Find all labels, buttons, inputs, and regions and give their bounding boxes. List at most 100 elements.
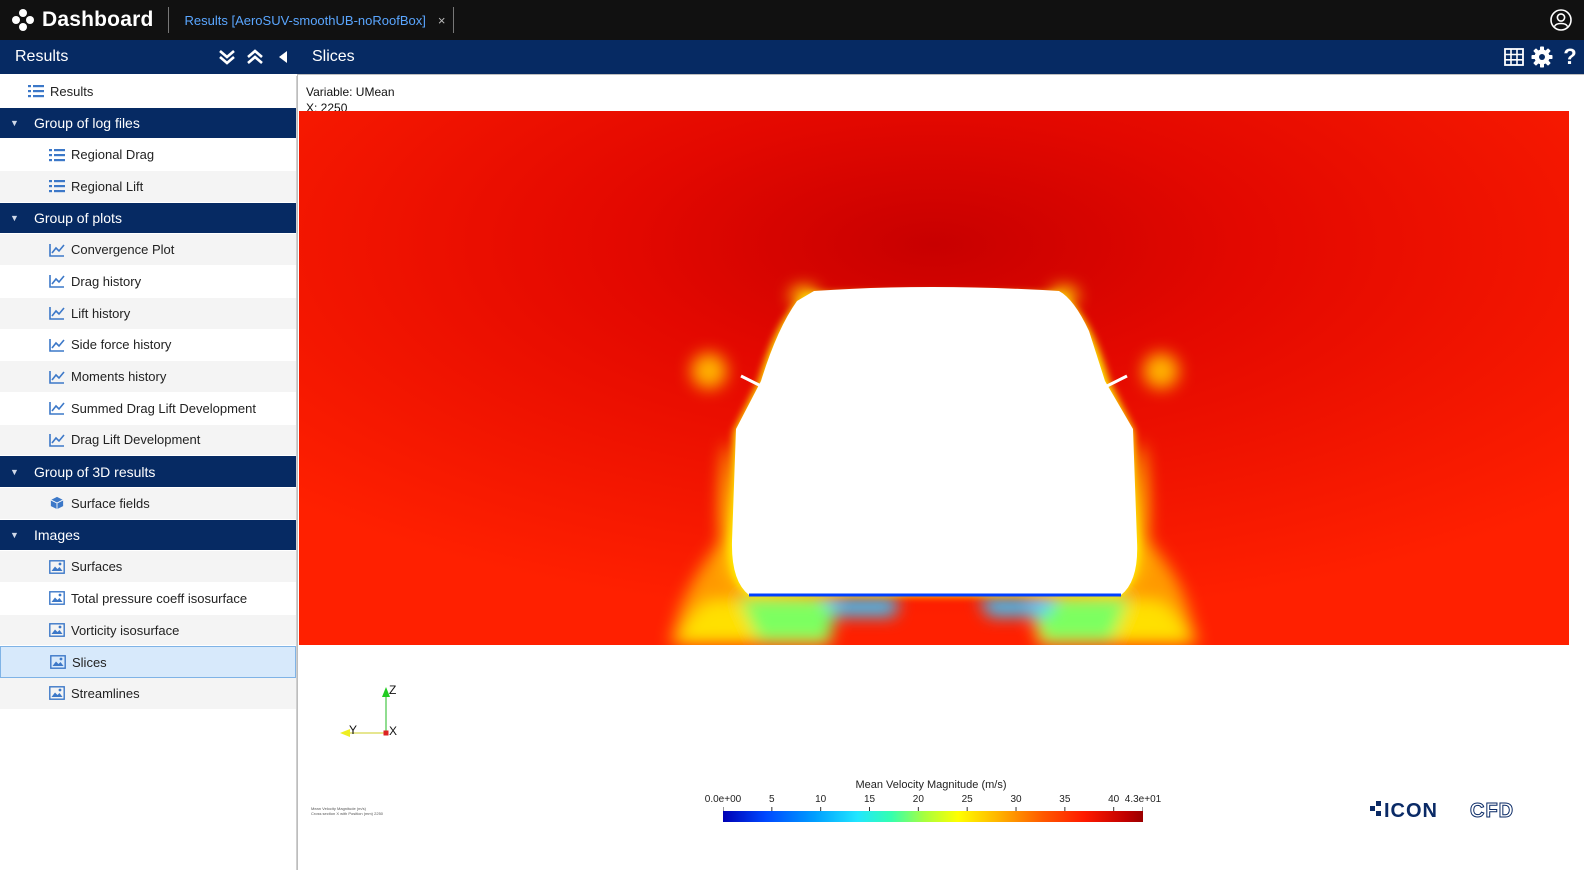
double-chevron-up-icon <box>247 49 263 64</box>
caption-line: Cross section X with Position (mm) 2250 <box>311 811 384 816</box>
sidebar-item-vorticity[interactable]: Vorticity isosurface <box>0 614 296 647</box>
image-caption: Mean Velocity Magnitude (m/s) Cross sect… <box>311 806 383 816</box>
sidebar-item-moments-history[interactable]: Moments history <box>0 361 296 393</box>
image-icon <box>49 623 65 637</box>
axis-x-label: X <box>389 724 398 738</box>
tree-item-label: Surface fields <box>71 495 150 511</box>
group-images[interactable]: ▼ Images <box>0 519 296 552</box>
caret-down-icon: ▼ <box>10 213 19 224</box>
viewer-title: Slices <box>312 48 355 65</box>
collapse-all-button[interactable] <box>241 40 269 74</box>
tree-item-label: Surfaces <box>71 559 123 575</box>
line-chart-icon <box>49 243 65 257</box>
colorbar-tick-label: 4.3e+01 <box>1124 794 1162 805</box>
sidebar-item-surface-fields[interactable]: Surface fields <box>0 487 296 520</box>
tree-item-label: Slices <box>72 654 107 670</box>
gear-icon <box>1531 46 1553 68</box>
dashboard-logo-icon <box>12 9 34 31</box>
expand-all-button[interactable] <box>213 40 241 74</box>
group-label: Group of 3D results <box>34 463 156 480</box>
top-bar: Dashboard Results [AeroSUV-smoothUB-noRo… <box>0 0 1584 40</box>
sidebar-item-regional-lift[interactable]: Regional Lift <box>0 171 296 203</box>
line-chart-icon <box>49 370 65 384</box>
sidebar-item-streamlines[interactable]: Streamlines <box>0 678 296 710</box>
list-icon <box>49 148 65 161</box>
tab-label[interactable]: Results [AeroSUV-smoothUB-noRoofBox] <box>185 13 426 28</box>
caret-down-icon: ▼ <box>10 118 19 129</box>
sidebar-item-regional-drag[interactable]: Regional Drag <box>0 139 296 172</box>
colorbar-tick-label: 25 <box>961 794 973 805</box>
colorbar-labels: 0.0e+00 5 10 15 20 25 30 35 40 4.3e+01 <box>701 794 1171 806</box>
tree-item-label: Regional Lift <box>71 178 144 194</box>
help-button[interactable]: ? <box>1556 40 1584 74</box>
tab-results[interactable]: Results [AeroSUV-smoothUB-noRoofBox] × <box>169 0 454 40</box>
tree-item-label: Total pressure coeff isosurface <box>71 590 248 606</box>
tree-item-label: Convergence Plot <box>71 242 175 258</box>
tree-item-label: Moments history <box>71 369 167 385</box>
colorbar-tick-label: 35 <box>1059 794 1071 805</box>
close-icon[interactable]: × <box>438 13 446 28</box>
image-icon <box>49 686 65 701</box>
caret-down-icon: ▼ <box>10 529 19 540</box>
group-3d-results[interactable]: ▼ Group of 3D results <box>0 456 296 488</box>
group-label: Images <box>34 526 80 543</box>
tree-item-label: Drag Lift Development <box>71 432 201 448</box>
group-plots[interactable]: ▼ Group of plots <box>0 202 296 235</box>
colorbar-tick-label: 40 <box>1108 794 1120 805</box>
tree-item-label: Summed Drag Lift Development <box>71 400 256 416</box>
line-chart-icon <box>49 275 65 289</box>
tree-item-label: Results <box>50 83 94 99</box>
divider <box>453 7 455 33</box>
sidebar-item-lift-history[interactable]: Lift history <box>0 297 296 330</box>
tree-item-label: Side force history <box>71 337 172 353</box>
sidebar-item-drag-lift-development[interactable]: Drag Lift Development <box>0 424 296 457</box>
group-label: Group of plots <box>34 210 122 227</box>
variable-label: Variable: UMean <box>306 85 395 99</box>
image-icon <box>49 591 65 606</box>
caret-left-icon <box>279 51 287 63</box>
axis-z-label: Z <box>389 683 397 697</box>
grid-view-button[interactable] <box>1500 40 1528 74</box>
image-icon <box>50 655 66 670</box>
slice-viewer[interactable]: Variable: UMean X: 2250 Z Y X Mean Veloc… <box>297 74 1584 870</box>
colorbar-tick-label: 10 <box>815 794 827 805</box>
list-icon <box>28 85 44 98</box>
cube-icon <box>50 497 64 510</box>
colorbar-tick-label: 20 <box>912 794 924 805</box>
sidebar-item-convergence-plot[interactable]: Convergence Plot <box>0 234 296 267</box>
dashboard-home-link[interactable]: Dashboard <box>0 0 168 40</box>
double-chevron-down-icon <box>219 50 235 65</box>
sidebar-item-side-force-history[interactable]: Side force history <box>0 330 296 362</box>
sidebar-item-surfaces[interactable]: Surfaces <box>0 551 296 583</box>
iconcfd-logo: ICON CFD <box>1370 800 1514 823</box>
sidebar-item-drag-history[interactable]: Drag history <box>0 266 296 298</box>
viewer-header: Slices ? <box>297 40 1584 74</box>
colorbar-gradient <box>723 811 1143 822</box>
colorbar-title: Mean Velocity Magnitude (m/s) <box>855 779 1007 791</box>
svg-text:ICON: ICON <box>1384 800 1438 822</box>
colorbar-tick-label: 5 <box>769 794 775 805</box>
tree-item-label: Streamlines <box>71 685 140 701</box>
collapse-panel-button[interactable] <box>269 40 297 74</box>
sidebar-item-summed-drag-lift[interactable]: Summed Drag Lift Development <box>0 393 296 425</box>
results-panel-header: Results <box>0 40 297 74</box>
svg-text:CFD: CFD <box>1470 800 1514 822</box>
results-tree: Results ▼ Group of log files Regional Dr… <box>0 76 297 870</box>
tree-root-results[interactable]: Results <box>0 76 296 108</box>
table-grid-icon <box>1504 48 1524 66</box>
axis-y-label: Y <box>349 723 358 737</box>
settings-button[interactable] <box>1528 40 1556 74</box>
colorbar-tick-label: 15 <box>863 794 876 805</box>
sidebar-item-total-pressure[interactable]: Total pressure coeff isosurface <box>0 583 296 615</box>
image-icon <box>49 559 65 574</box>
help-icon: ? <box>1563 44 1577 69</box>
colorbar-legend: Mean Velocity Magnitude (m/s) 0.0e+00 5 10… <box>701 779 1171 839</box>
group-log-files[interactable]: ▼ Group of log files <box>0 107 296 140</box>
sidebar-item-slices[interactable]: Slices <box>0 646 296 679</box>
line-chart-icon <box>49 402 65 416</box>
tree-item-label: Lift history <box>71 305 131 321</box>
account-icon[interactable] <box>1550 9 1572 31</box>
panel-title: Results <box>15 48 69 65</box>
app-title: Dashboard <box>42 8 154 31</box>
tree-item-label: Vorticity isosurface <box>71 622 180 638</box>
